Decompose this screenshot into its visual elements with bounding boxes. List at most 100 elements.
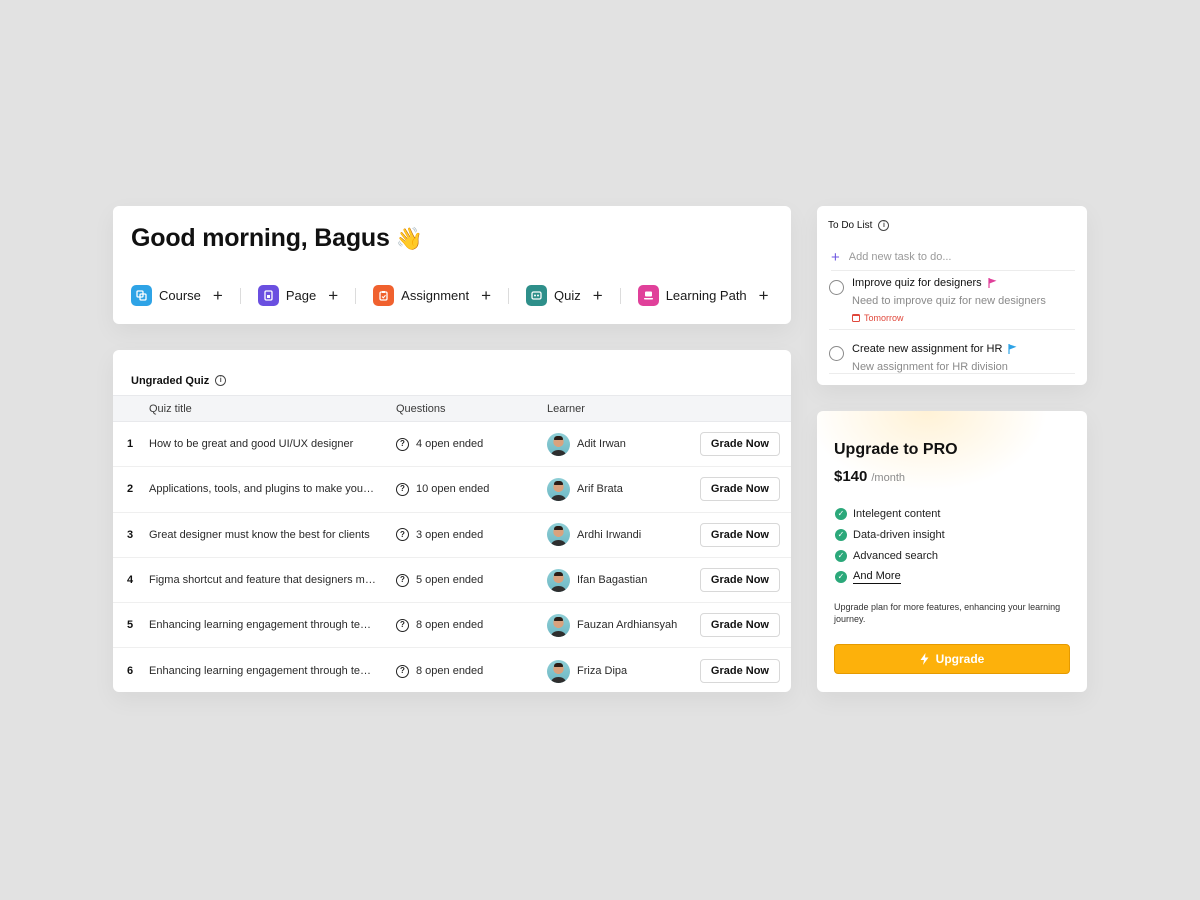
greeting-card: Good morning, Bagus 👋 Course + Page + As…	[113, 206, 791, 324]
header-quiz-title: Quiz title	[149, 402, 192, 415]
feature-text: Data-driven insight	[853, 528, 945, 541]
avatar	[547, 432, 570, 456]
row-number: 4	[127, 574, 134, 587]
questions-cell: ? 8 open ended	[396, 618, 547, 632]
learner-name: Adit Irwan	[577, 438, 626, 451]
quiz-title-cell[interactable]: Enhancing learning engagement through te…	[149, 619, 396, 631]
todo-item-title[interactable]: Create new assignment for HR	[852, 342, 1017, 356]
feature-list: ✓ Intelegent content ✓ Data-driven insig…	[835, 503, 945, 587]
add-task-row: +	[831, 244, 1075, 271]
questions-text: 3 open ended	[416, 528, 484, 541]
grade-now-button[interactable]: Grade Now	[699, 522, 780, 547]
ungraded-quiz-header: Ungraded Quiz i	[113, 350, 791, 395]
table-row: 1 How to be great and good UI/UX designer…	[113, 422, 791, 468]
add-page-button[interactable]: Page +	[257, 285, 338, 306]
ungraded-quiz-title: Ungraded Quiz	[131, 374, 210, 387]
grade-now-button[interactable]: Grade Now	[699, 432, 780, 457]
table-row: 5 Enhancing learning engagement through t…	[113, 603, 791, 649]
add-learning-path-button[interactable]: Learning Path +	[637, 285, 769, 306]
table-row: 2 Applications, tools, and plugins to mak…	[113, 467, 791, 513]
pro-description: Upgrade plan for more features, enhancin…	[834, 602, 1061, 624]
todo-item-title[interactable]: Improve quiz for designers	[852, 276, 1046, 290]
divider	[355, 287, 357, 304]
todo-item-description: New assignment for HR division	[852, 361, 1008, 373]
divider	[619, 287, 621, 304]
questions-text: 8 open ended	[416, 619, 484, 632]
question-mark-icon: ?	[396, 618, 409, 632]
grade-now-button[interactable]: Grade Now	[699, 659, 780, 684]
add-assignment-button[interactable]: Assignment +	[373, 285, 491, 306]
feature-item: ✓ Advanced search	[835, 545, 945, 566]
questions-text: 10 open ended	[416, 483, 490, 496]
todo-item-title-text: Improve quiz for designers	[852, 277, 982, 289]
wave-emoji: 👋	[395, 225, 423, 251]
plus-icon: +	[481, 286, 492, 305]
todo-item-description: Need to improve quiz for new designers	[852, 295, 1046, 307]
learner-cell: Friza Dipa	[547, 659, 697, 683]
ungraded-quiz-card: Ungraded Quiz i Quiz title Questions Lea…	[113, 350, 791, 692]
questions-text: 8 open ended	[416, 665, 484, 678]
upgrade-pro-card: Upgrade to PRO $140 /month ✓ Intelegent …	[817, 411, 1087, 692]
todo-due-date: Tomorrow	[852, 313, 1046, 323]
learning-path-label: Learning Path	[665, 288, 747, 303]
grade-now-button[interactable]: Grade Now	[699, 477, 780, 502]
questions-text: 5 open ended	[416, 574, 484, 587]
calendar-icon	[852, 314, 860, 322]
check-circle-icon: ✓	[835, 570, 847, 583]
info-icon[interactable]: i	[878, 220, 890, 231]
add-quiz-button[interactable]: Quiz +	[526, 285, 603, 306]
quiz-title-cell[interactable]: Enhancing learning engagement through te…	[149, 665, 396, 677]
assignment-icon	[373, 285, 395, 306]
quiz-icon	[526, 285, 548, 306]
add-course-button[interactable]: Course +	[131, 285, 223, 306]
avatar	[547, 613, 570, 637]
grade-now-button[interactable]: Grade Now	[699, 613, 780, 638]
question-mark-icon: ?	[396, 437, 409, 451]
divider	[508, 287, 510, 304]
table-row: 4 Figma shortcut and feature that designe…	[113, 558, 791, 604]
avatar	[547, 568, 570, 592]
row-number: 5	[127, 619, 134, 632]
quiz-title-cell[interactable]: Figma shortcut and feature that designer…	[149, 574, 396, 586]
todo-item-body: Improve quiz for designers Need to impro…	[852, 276, 1046, 329]
quiz-title-cell[interactable]: Great designer must know the best for cl…	[149, 529, 396, 541]
todo-checkbox[interactable]	[829, 280, 844, 295]
quiz-table-body: 1 How to be great and good UI/UX designer…	[113, 422, 791, 692]
info-icon[interactable]: i	[215, 375, 227, 386]
questions-cell: ? 3 open ended	[396, 528, 547, 542]
avatar	[547, 477, 570, 501]
table-row: 6 Enhancing learning engagement through t…	[113, 648, 791, 692]
page-label: Page	[285, 288, 317, 303]
questions-cell: ? 10 open ended	[396, 482, 547, 496]
add-task-input[interactable]	[848, 251, 1049, 263]
page-title: Good morning, Bagus 👋	[131, 224, 423, 253]
todo-header: To Do List i	[828, 220, 890, 231]
table-header: Quiz title Questions Learner	[113, 395, 791, 422]
quick-actions: Course + Page + Assignment + Quiz + Lear…	[131, 285, 773, 306]
and-more-link[interactable]: And More	[853, 570, 901, 584]
learner-cell: Arif Brata	[547, 477, 697, 501]
lightning-icon	[920, 653, 929, 665]
feature-item: ✓ Intelegent content	[835, 503, 945, 524]
learner-name: Arif Brata	[577, 483, 623, 496]
learner-name: Fauzan Ardhiansyah	[577, 619, 678, 632]
learner-cell: Ifan Bagastian	[547, 568, 697, 592]
upgrade-button[interactable]: Upgrade	[834, 644, 1070, 674]
price-period: /month	[871, 472, 906, 484]
feature-text: Intelegent content	[853, 507, 941, 520]
plus-icon: +	[758, 286, 769, 305]
avatar	[547, 659, 570, 683]
check-circle-icon: ✓	[835, 528, 847, 541]
row-number: 6	[127, 665, 134, 678]
questions-cell: ? 8 open ended	[396, 664, 547, 678]
price-amount: $140	[834, 468, 868, 485]
questions-cell: ? 5 open ended	[396, 573, 547, 587]
quiz-title-cell[interactable]: Applications, tools, and plugins to make…	[149, 483, 396, 495]
header-learner: Learner	[547, 402, 585, 415]
plus-icon[interactable]: +	[831, 250, 840, 265]
question-mark-icon: ?	[396, 664, 409, 678]
todo-checkbox[interactable]	[829, 346, 844, 361]
quiz-title-cell[interactable]: How to be great and good UI/UX designer	[149, 438, 396, 450]
grade-now-button[interactable]: Grade Now	[699, 568, 780, 593]
header-questions: Questions	[396, 402, 446, 415]
